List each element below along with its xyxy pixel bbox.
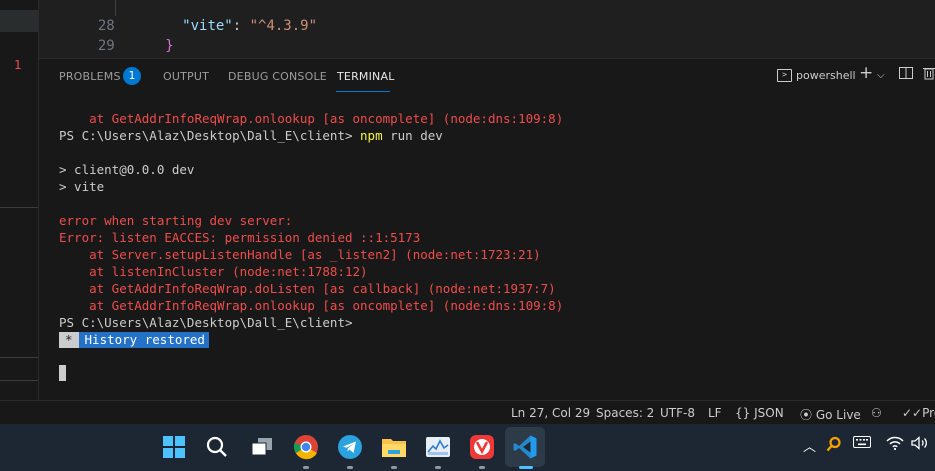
vscode-icon[interactable] xyxy=(510,432,540,462)
terminal-line: > client@0.0.0 dev xyxy=(59,162,195,177)
chrome-icon[interactable] xyxy=(291,432,321,462)
split-terminal-icon[interactable] xyxy=(899,66,913,84)
strip-divider xyxy=(0,380,38,381)
volume-icon[interactable] xyxy=(911,436,929,454)
terminal-prompt: PS C:\Users\Alaz\Desktop\Dall_E\client> xyxy=(59,128,361,143)
strip-divider xyxy=(0,357,38,358)
trash-icon[interactable] xyxy=(923,66,935,84)
running-indicator xyxy=(391,466,397,469)
terminal-line: at GetAddrInfoReqWrap.doListen [as callb… xyxy=(59,281,556,296)
wifi-icon[interactable] xyxy=(886,436,904,454)
code-editor[interactable]: 28 "vite": "^4.3.9" 29 } 30 } xyxy=(39,0,935,74)
go-live-label: Go Live xyxy=(815,408,861,422)
search-tray-icon[interactable] xyxy=(826,436,842,456)
braces-icon: {} xyxy=(735,406,751,420)
left-side-strip: 1 xyxy=(0,0,39,400)
cursor-position[interactable]: Ln 27, Col 29 xyxy=(511,406,590,420)
terminal-cursor xyxy=(59,365,66,381)
indentation[interactable]: Spaces: 2 xyxy=(596,406,654,420)
indent-guide xyxy=(115,0,116,16)
feedback-icon[interactable]: ⚇ xyxy=(871,406,882,420)
active-tab-indicator xyxy=(336,91,390,92)
windows-taskbar: ︿ xyxy=(0,424,935,471)
closing-brace: } xyxy=(165,38,174,54)
file-explorer-icon[interactable] xyxy=(379,432,409,462)
tab-terminal[interactable]: TERMINAL xyxy=(337,70,395,83)
vivaldi-icon[interactable] xyxy=(467,432,497,462)
encoding[interactable]: UTF-8 xyxy=(660,406,695,420)
running-indicator xyxy=(347,466,353,469)
panel-tabs: PROBLEMS 1 OUTPUT DEBUG CONSOLE TERMINAL… xyxy=(39,59,935,95)
terminal-line: PS C:\Users\Alaz\Desktop\Dall_E\client> xyxy=(59,315,353,330)
terminal-line: error when starting dev server: xyxy=(59,213,293,228)
history-star: * xyxy=(59,332,79,348)
terminal-command: npm xyxy=(360,128,383,143)
chevron-down-icon[interactable]: ⌵ xyxy=(877,70,885,81)
status-bar: Ln 27, Col 29 Spaces: 2 UTF-8 LF {} JSON… xyxy=(0,400,935,425)
shell-selector[interactable]: powershell xyxy=(796,69,856,82)
prettier-label: Pre xyxy=(922,406,935,420)
double-check-icon: ✓✓ xyxy=(902,406,923,420)
keyboard-icon[interactable] xyxy=(853,436,871,452)
strip-highlight xyxy=(0,10,38,32)
editor-line: 28 "vite": "^4.3.9" xyxy=(39,0,317,34)
running-indicator xyxy=(435,466,441,469)
language-mode[interactable]: {} JSON xyxy=(735,406,784,420)
terminal-line: at GetAddrInfoReqWrap.onlookup [as oncom… xyxy=(59,298,564,313)
windows-start-icon[interactable] xyxy=(159,432,189,462)
go-live-button[interactable]: ⦿ Go Live xyxy=(800,406,861,423)
json-colon: : xyxy=(232,18,250,34)
terminal-line: at Server.setupListenHandle [as _listen2… xyxy=(59,247,541,262)
terminal-command-args: run dev xyxy=(382,128,443,143)
terminal-shell-icon: > xyxy=(777,69,792,82)
prettier-status[interactable]: ✓✓Pre xyxy=(902,406,935,420)
terminal-line: PS C:\Users\Alaz\Desktop\Dall_E\client> … xyxy=(59,127,443,144)
error-count: 1 xyxy=(14,58,22,72)
bottom-panel: PROBLEMS 1 OUTPUT DEBUG CONSOLE TERMINAL… xyxy=(39,58,935,401)
language-label: JSON xyxy=(754,406,784,420)
terminal-line: at listenInCluster (node:net:1788:12) xyxy=(59,264,368,279)
problems-badge: 1 xyxy=(123,67,141,85)
strip-divider xyxy=(0,207,38,208)
tab-output[interactable]: OUTPUT xyxy=(163,70,209,83)
history-restored-banner: * History restored xyxy=(59,332,209,348)
editor-line: 29 } xyxy=(39,16,174,54)
terminal-line: > vite xyxy=(59,179,105,194)
chevron-up-icon[interactable]: ︿ xyxy=(803,436,816,455)
search-icon[interactable] xyxy=(202,432,232,462)
terminal-line: at GetAddrInfoReqWrap.onlookup [as oncom… xyxy=(59,111,564,126)
end-of-line[interactable]: LF xyxy=(708,406,722,420)
json-key: "vite" xyxy=(182,18,233,34)
broadcast-icon: ⦿ xyxy=(800,408,813,422)
tab-debug-console[interactable]: DEBUG CONSOLE xyxy=(228,70,327,83)
task-manager-icon[interactable] xyxy=(423,432,453,462)
running-indicator xyxy=(303,466,309,469)
new-terminal-plus-icon[interactable]: + xyxy=(859,63,873,83)
history-restored-text: History restored xyxy=(78,332,209,348)
tab-problems[interactable]: PROBLEMS xyxy=(59,70,121,83)
editor-line: 30 } xyxy=(39,36,157,74)
running-indicator xyxy=(479,466,485,469)
active-indicator xyxy=(519,466,533,469)
json-value: "^4.3.9" xyxy=(249,18,318,34)
terminal-line: Error: listen EACCES: permission denied … xyxy=(59,230,421,245)
task-view-icon[interactable] xyxy=(247,432,277,462)
telegram-icon[interactable] xyxy=(335,432,365,462)
